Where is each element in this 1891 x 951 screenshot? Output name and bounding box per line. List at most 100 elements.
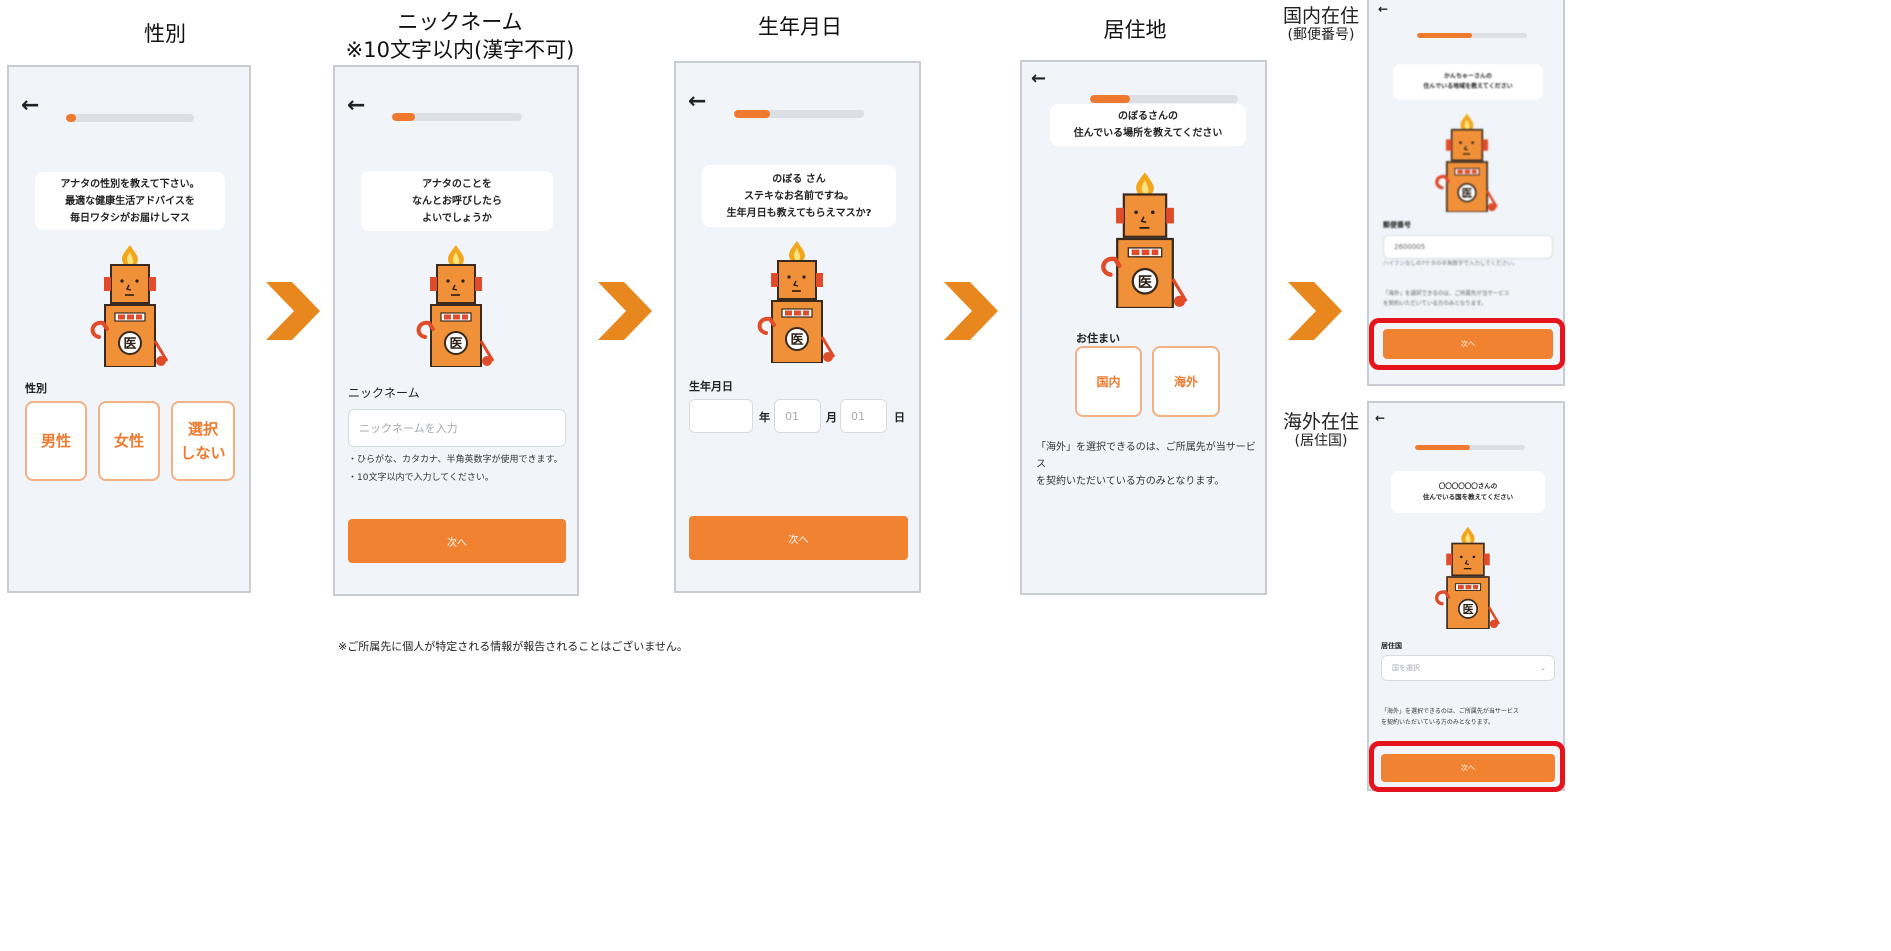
gender-option-male[interactable]: 男性 (25, 401, 87, 481)
postal-code-input[interactable]: 2600005 (1383, 235, 1553, 259)
next-button[interactable]: 次へ (689, 516, 908, 560)
back-arrow-icon[interactable]: ← (1378, 2, 1388, 16)
robot-mascot-icon (1432, 112, 1502, 212)
robot-mascot-icon (413, 243, 499, 367)
progress-fill (734, 110, 771, 118)
overseas-note: 「海外」を選択できるのは、ご所属先が当サービス を契約いただいている方のみとなり… (1383, 289, 1509, 309)
note-line: を契約いただいている方のみとなります。 (1383, 301, 1487, 307)
progress-fill (66, 114, 77, 122)
birth-day-input[interactable]: 01 (840, 399, 887, 433)
title-gender: 性別 (144, 22, 186, 46)
title-nickname-line2: ※10文字以内(漢字不可) (345, 38, 575, 62)
progress-bar (1415, 445, 1525, 450)
birth-year-input[interactable] (689, 399, 753, 433)
title-overseas-line2: (居住国) (1294, 433, 1348, 449)
speech-bubble: アナタの性別を教えて下さい。 最適な健康生活アドバイスを 毎日ワタシがお届けしマ… (35, 172, 225, 230)
screen-birthday: ← のぼる さん ステキなお名前ですね。 生年月日も教えてもらえマスか? 生年月… (674, 61, 921, 593)
bubble-line: 〇〇〇〇〇〇さんの (1438, 482, 1498, 490)
flow-arrow-icon (266, 282, 320, 340)
progress-bar (1090, 95, 1238, 103)
speech-bubble: アナタのことを なんとお呼びしたら よいでしょうか (361, 171, 553, 231)
field-label: 郵便番号 (1383, 221, 1411, 229)
screen-residence: ← のぼるさんの 住んでいる場所を教えてください お住まい 国内 海外 「海外」… (1020, 60, 1267, 595)
title-overseas: 海外在住 (居住国) (1276, 411, 1366, 449)
robot-mascot-icon (1096, 170, 1194, 308)
robot-mascot-icon (87, 243, 173, 367)
bubble-line: なんとお呼びしたら (412, 195, 502, 207)
chevron-down-icon: ⌄ (1540, 664, 1546, 672)
footnote: ※ご所属先に個人が特定される情報が報告されることはございません。 (338, 640, 688, 653)
title-birthday: 生年月日 (758, 15, 842, 39)
bubble-line: アナタの性別を教えて下さい。 (60, 178, 200, 190)
bubble-line: アナタのことを (422, 178, 492, 190)
flow-arrow-icon (598, 282, 652, 340)
progress-fill (1417, 33, 1472, 38)
next-button[interactable]: 次へ (348, 519, 566, 563)
title-domestic-line1: 国内在住 (1282, 5, 1359, 27)
progress-bar (392, 113, 522, 121)
flow-arrow-icon (1288, 282, 1342, 340)
gender-option-no-answer[interactable]: 選択 しない (171, 401, 235, 481)
title-domestic: 国内在住 (郵便番号) (1276, 5, 1366, 43)
flow-arrow-icon (944, 282, 998, 340)
select-placeholder: 国を選択 (1392, 664, 1420, 672)
note-line: 「海外」を選択できるのは、ご所属先が当サービス (1383, 291, 1510, 297)
title-domestic-line2: (郵便番号) (1287, 27, 1355, 43)
bubble-line: ステキなお名前ですね。 (744, 190, 854, 202)
speech-bubble: のぼるさんの 住んでいる場所を教えてください (1050, 104, 1246, 146)
field-label: 性別 (25, 382, 47, 395)
year-unit: 年 (759, 411, 770, 424)
screen-nickname: ← アナタのことを なんとお呼びしたら よいでしょうか ニックネーム ニックネー… (333, 65, 579, 596)
overseas-note: 「海外」を選択できるのは、ご所属先が当サービス を契約いただいている方のみとなり… (1036, 439, 1265, 490)
residence-option-overseas[interactable]: 海外 (1152, 346, 1220, 417)
note-line: を契約いただいている方のみとなります。 (1381, 719, 1495, 726)
progress-fill (1090, 95, 1130, 103)
day-unit: 日 (894, 411, 905, 424)
back-arrow-icon[interactable]: ← (1031, 68, 1046, 89)
back-arrow-icon[interactable]: ← (688, 89, 706, 114)
speech-bubble: かんちゃーさんの 住んでいる地域を教えてください (1393, 64, 1543, 100)
bubble-line: 最適な健康生活アドバイスを (65, 195, 195, 207)
screen-overseas-country: ← 〇〇〇〇〇〇さんの 住んでいる国を教えてください 居住国 国を選択 ⌄ 「海… (1367, 401, 1565, 791)
progress-bar (66, 114, 194, 122)
progress-fill (392, 113, 416, 121)
speech-bubble: のぼる さん ステキなお名前ですね。 生年月日も教えてもらえマスか? (702, 165, 896, 227)
bubble-line: 住んでいる国を教えてください (1422, 493, 1514, 501)
bubble-line: 生年月日も教えてもらえマスか? (726, 207, 872, 219)
back-arrow-icon[interactable]: ← (347, 93, 365, 118)
field-label: 生年月日 (689, 380, 733, 393)
robot-mascot-icon (1432, 525, 1504, 629)
bubble-line: 住んでいる地域を教えてください (1423, 83, 1513, 90)
residence-option-domestic[interactable]: 国内 (1075, 346, 1142, 417)
field-label: 居住国 (1381, 642, 1402, 650)
back-arrow-icon[interactable]: ← (21, 93, 39, 118)
bubble-line: かんちゃーさんの (1443, 73, 1492, 80)
birth-month-input[interactable]: 01 (774, 399, 821, 433)
country-select[interactable]: 国を選択 ⌄ (1381, 655, 1555, 681)
gender-option-female[interactable]: 女性 (98, 401, 160, 481)
bubble-line: 毎日ワタシがお届けしマス (70, 212, 190, 224)
bubble-line: 住んでいる場所を教えてください (1073, 128, 1223, 139)
highlight-box (1369, 318, 1565, 370)
progress-bar (734, 110, 864, 118)
speech-bubble: 〇〇〇〇〇〇さんの 住んでいる国を教えてください (1391, 471, 1545, 513)
input-notes: ・ひらがな、カタカナ、半角英数字が使用できます。 ・10文字以内で入力してくださ… (348, 451, 563, 487)
note-line: ・ひらがな、カタカナ、半角英数字が使用できます。 (348, 455, 563, 465)
month-unit: 月 (826, 411, 837, 424)
screen-gender: ← アナタの性別を教えて下さい。 最適な健康生活アドバイスを 毎日ワタシがお届け… (7, 65, 251, 593)
highlight-box (1369, 741, 1565, 792)
bubble-line: のぼる さん (772, 173, 826, 185)
bubble-line: よいでしょうか (422, 212, 492, 224)
title-nickname: ニックネーム ※10文字以内(漢字不可) (340, 8, 580, 64)
progress-bar (1417, 33, 1527, 38)
title-overseas-line1: 海外在住 (1282, 411, 1359, 433)
bubble-line: のぼるさんの (1118, 111, 1178, 122)
progress-fill (1415, 445, 1470, 450)
robot-mascot-icon (754, 239, 840, 363)
title-nickname-line1: ニックネーム (397, 10, 523, 34)
note-line: ・10文字以内で入力してください。 (348, 473, 494, 483)
note-line: 「海外」を選択できるのは、ご所属先が当サービス (1036, 442, 1256, 470)
nickname-input[interactable]: ニックネームを入力 (348, 409, 566, 447)
back-arrow-icon[interactable]: ← (1375, 411, 1385, 425)
note-line: を契約いただいている方のみとなります。 (1036, 476, 1225, 487)
